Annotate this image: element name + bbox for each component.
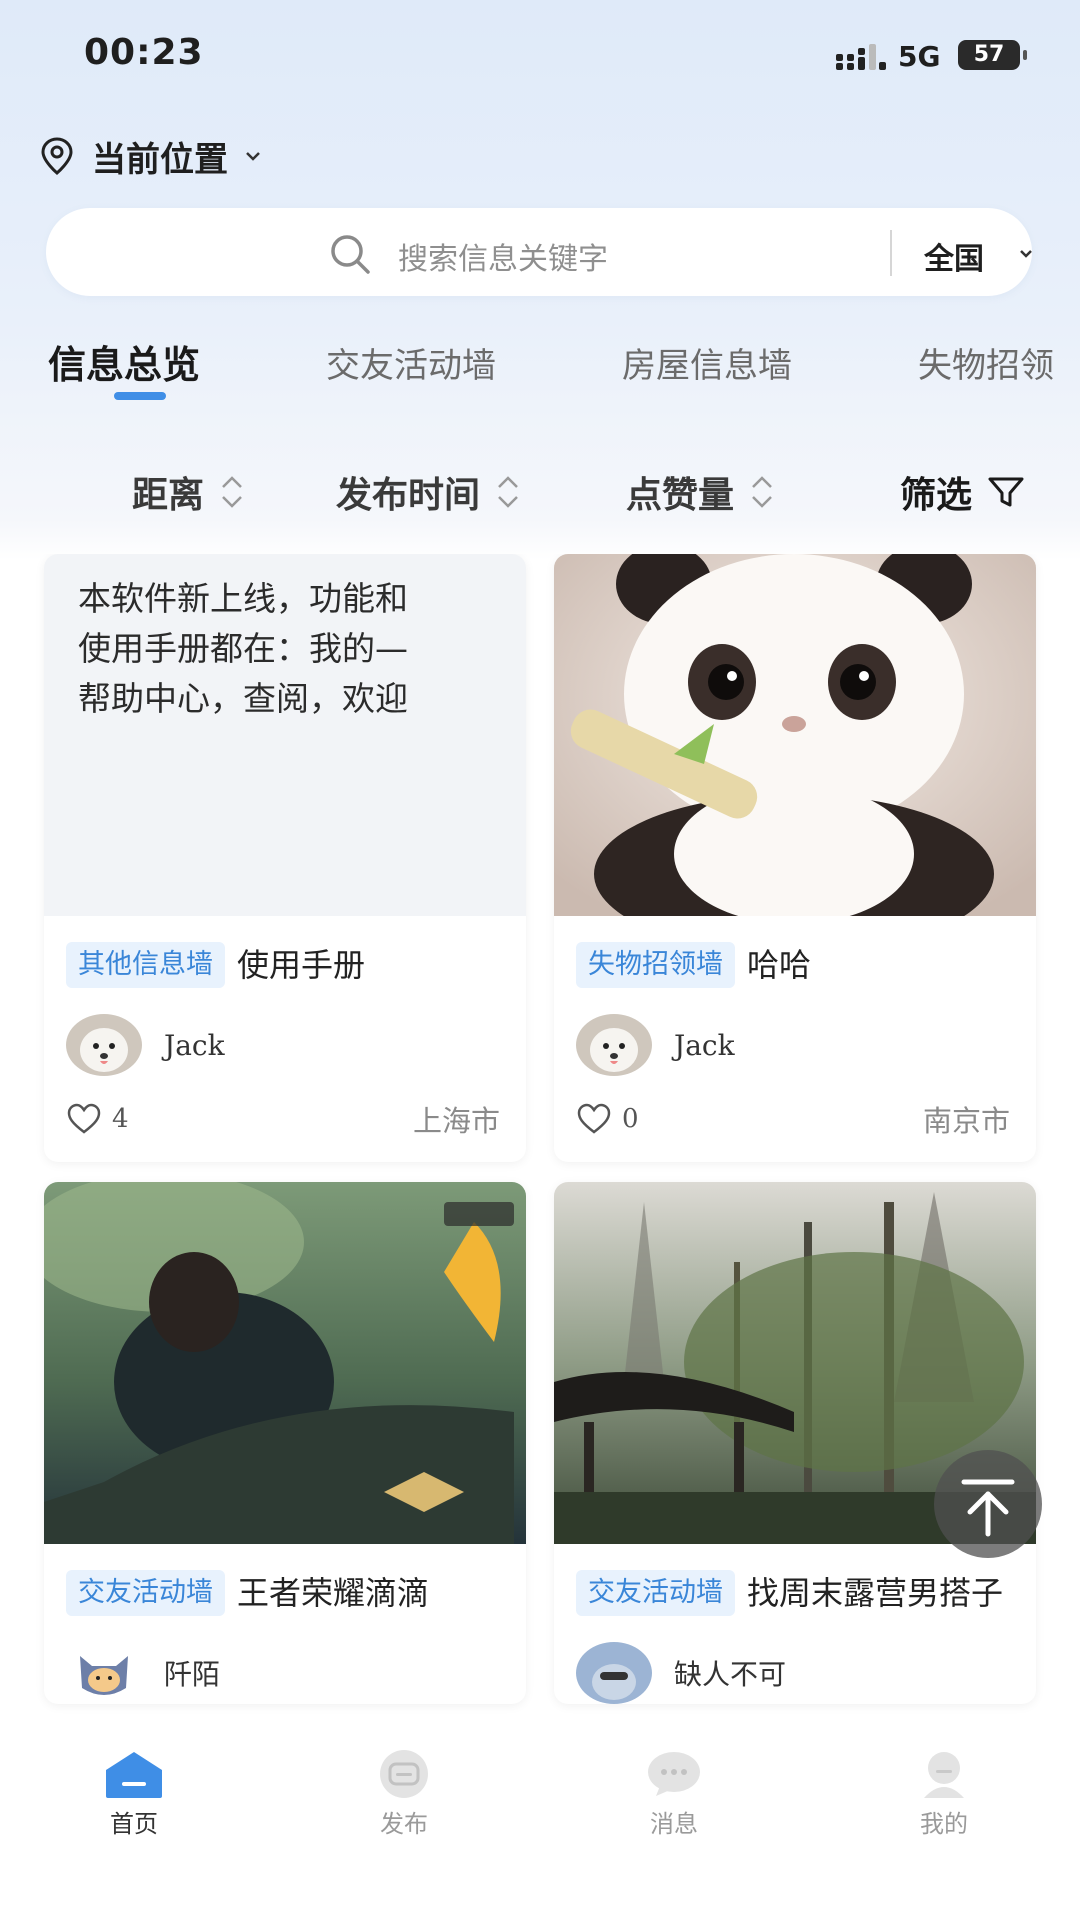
nav-messages-label: 消息: [650, 1810, 698, 1838]
panda-image: [554, 554, 1036, 916]
bottom-navigation: 首页 发布 消息 我的: [0, 1726, 1080, 1920]
post-author[interactable]: Jack: [44, 990, 526, 1076]
publish-icon: [380, 1750, 428, 1798]
nav-messages[interactable]: 消息: [604, 1726, 744, 1839]
tab-overview[interactable]: 信息总览: [48, 334, 200, 389]
author-name: 阡陌: [164, 1658, 221, 1691]
post-author[interactable]: 缺人不可: [554, 1618, 1036, 1704]
sort-distance[interactable]: 距离: [132, 466, 246, 518]
post-image: [44, 1182, 526, 1544]
game-screenshot-image: [44, 1182, 526, 1544]
sort-publish-time-label: 发布时间: [336, 475, 481, 516]
post-city: 南京市: [922, 1104, 1010, 1138]
sort-publish-time[interactable]: 发布时间: [336, 466, 522, 518]
tab-lost-found[interactable]: 失物招领: [918, 338, 1054, 387]
location-label: 当前位置: [92, 139, 228, 180]
home-screen: 00:23 5G 57 当前位置 搜索信息关键字 全国 信息总览 交友活动墙 房…: [0, 0, 1080, 1920]
category-tag: 交友活动墙: [66, 1570, 225, 1616]
nav-home-label: 首页: [110, 1810, 158, 1838]
author-name: Jack: [164, 1028, 225, 1062]
back-to-top-button[interactable]: [934, 1450, 1042, 1558]
nav-profile[interactable]: 我的: [874, 1726, 1014, 1839]
post-excerpt-line: 帮助中心，查阅，欢迎: [78, 679, 408, 718]
post-author[interactable]: Jack: [554, 990, 1036, 1076]
tab-housing-wall[interactable]: 房屋信息墙: [622, 338, 792, 387]
post-title: 使用手册: [237, 946, 366, 984]
post-city: 上海市: [412, 1104, 500, 1138]
status-bar: 00:23 5G 57: [0, 0, 1080, 110]
search-divider: [890, 230, 892, 276]
author-name: 缺人不可: [674, 1658, 787, 1691]
post-title: 找周末露营男搭子: [747, 1574, 1004, 1612]
status-time: 00:23: [84, 32, 204, 73]
post-author[interactable]: 阡陌: [44, 1618, 526, 1704]
author-name: Jack: [674, 1028, 735, 1062]
home-icon: [106, 1752, 162, 1798]
like-count: 4: [112, 1104, 129, 1134]
category-tag: 其他信息墙: [66, 942, 225, 988]
filter-button[interactable]: 筛选: [900, 466, 1026, 518]
post-excerpt-line: 本软件新上线，功能和: [78, 579, 408, 618]
tab-active-indicator: [114, 392, 166, 400]
post-title-row: 交友活动墙 王者荣耀滴滴: [44, 1544, 526, 1618]
post-meta: 4 上海市: [44, 1076, 526, 1162]
post-text-preview: 本软件新上线，功能和 使用手册都在：我的— 帮助中心，查阅，欢迎: [44, 554, 526, 916]
nav-publish[interactable]: 发布: [334, 1726, 474, 1839]
avatar: [576, 1014, 652, 1076]
like-button[interactable]: 0: [576, 1103, 639, 1135]
arrow-up-icon: [961, 1479, 1015, 1537]
battery-icon: 57: [958, 40, 1027, 70]
sort-bar: 距离 发布时间 点赞量 筛选: [0, 458, 1080, 528]
heart-icon: [577, 1103, 611, 1134]
category-tag: 失物招领墙: [576, 942, 735, 988]
sort-toggle-icon: [222, 476, 242, 508]
like-button[interactable]: 4: [66, 1103, 129, 1135]
search-icon: [331, 235, 370, 274]
post-meta: 0 南京市: [554, 1076, 1036, 1162]
avatar: [576, 1642, 652, 1704]
filter-label: 筛选: [900, 475, 973, 516]
category-tag: 交友活动墙: [576, 1570, 735, 1616]
post-excerpt-line: 使用手册都在：我的—: [78, 629, 408, 668]
like-count: 0: [622, 1104, 639, 1134]
sort-toggle-icon: [498, 476, 518, 508]
post-title-row: 其他信息墙 使用手册: [44, 916, 526, 990]
post-card[interactable]: 交友活动墙 找周末露营男搭子 缺人不可: [554, 1182, 1036, 1704]
message-icon: [648, 1752, 700, 1796]
chevron-down-icon: [1020, 250, 1032, 258]
post-title: 哈哈: [747, 946, 812, 984]
sort-likes[interactable]: 点赞量: [626, 466, 776, 518]
profile-icon: [924, 1752, 964, 1798]
avatar: [66, 1642, 142, 1704]
search-bar[interactable]: 搜索信息关键字 全国: [46, 208, 1032, 296]
post-card[interactable]: 失物招领墙 哈哈 Jack 0 南京市: [554, 554, 1036, 1162]
network-type: 5G: [898, 40, 941, 73]
avatar: [66, 1014, 142, 1076]
sort-toggle-icon: [752, 476, 772, 508]
post-title: 王者荣耀滴滴: [237, 1574, 430, 1612]
region-selector[interactable]: 全国: [924, 234, 984, 278]
search-input[interactable]: 搜索信息关键字: [398, 234, 608, 278]
heart-icon: [67, 1103, 101, 1134]
nav-publish-label: 发布: [380, 1810, 428, 1838]
category-tabs: 信息总览 交友活动墙 房屋信息墙 失物招领: [0, 330, 1080, 420]
nav-home[interactable]: 首页: [64, 1726, 204, 1839]
post-card[interactable]: 本软件新上线，功能和 使用手册都在：我的— 帮助中心，查阅，欢迎 其他信息墙 使用…: [44, 554, 526, 1162]
nav-profile-label: 我的: [920, 1810, 968, 1838]
post-feed: 本软件新上线，功能和 使用手册都在：我的— 帮助中心，查阅，欢迎 其他信息墙 使用…: [0, 554, 1080, 1726]
post-card[interactable]: 交友活动墙 王者荣耀滴滴 阡陌: [44, 1182, 526, 1704]
location-pin-icon: [41, 137, 73, 175]
post-title-row: 失物招领墙 哈哈: [554, 916, 1036, 990]
chevron-down-icon: [246, 152, 260, 161]
post-image: [554, 554, 1036, 916]
tab-social-wall[interactable]: 交友活动墙: [326, 338, 496, 387]
sort-likes-label: 点赞量: [626, 475, 735, 516]
signal-icon: [836, 44, 886, 70]
filter-icon: [988, 477, 1024, 507]
location-selector[interactable]: 当前位置: [40, 128, 262, 184]
sort-distance-label: 距离: [132, 475, 205, 516]
